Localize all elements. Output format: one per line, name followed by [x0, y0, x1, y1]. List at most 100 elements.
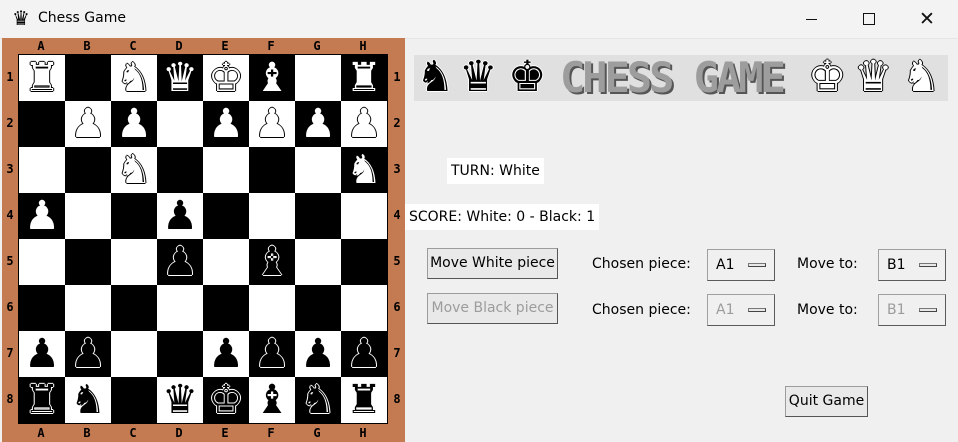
black-pawn-icon[interactable]: ♟	[162, 193, 198, 239]
white-rook-icon[interactable]: ♜	[346, 55, 382, 101]
square-d2[interactable]	[157, 101, 203, 147]
white-pawn-icon[interactable]: ♟	[24, 193, 60, 239]
square-g4[interactable]	[295, 193, 341, 239]
square-h8[interactable]: ♜	[341, 377, 387, 423]
square-e7[interactable]: ♟	[203, 331, 249, 377]
white-knight-icon[interactable]: ♞	[116, 55, 152, 101]
black-pawn-icon[interactable]: ♟	[254, 331, 290, 377]
white-move-to-select[interactable]: B1	[878, 249, 946, 281]
black-bishop-icon[interactable]: ♝	[254, 239, 290, 285]
square-b2[interactable]: ♟	[65, 101, 111, 147]
black-pawn-icon[interactable]: ♟	[346, 331, 382, 377]
square-c6[interactable]	[111, 285, 157, 331]
white-pawn-icon[interactable]: ♟	[300, 101, 336, 147]
white-knight-icon[interactable]: ♞	[346, 147, 382, 193]
square-b1[interactable]	[65, 55, 111, 101]
square-d1[interactable]: ♛	[157, 55, 203, 101]
square-e1[interactable]: ♚	[203, 55, 249, 101]
white-pawn-icon[interactable]: ♟	[116, 101, 152, 147]
square-g2[interactable]: ♟	[295, 101, 341, 147]
move-white-piece-button[interactable]: Move White piece	[427, 248, 558, 279]
white-queen-icon[interactable]: ♛	[162, 55, 198, 101]
black-rook-icon[interactable]: ♜	[346, 377, 382, 423]
square-b5[interactable]	[65, 239, 111, 285]
square-h7[interactable]: ♟	[341, 331, 387, 377]
square-e2[interactable]: ♟	[203, 101, 249, 147]
white-pawn-icon[interactable]: ♟	[70, 101, 106, 147]
square-d8[interactable]: ♛	[157, 377, 203, 423]
white-knight-icon[interactable]: ♞	[116, 147, 152, 193]
black-bishop-icon[interactable]: ♝	[254, 377, 290, 423]
quit-game-button[interactable]: Quit Game	[785, 386, 868, 417]
black-queen-icon[interactable]: ♛	[162, 377, 198, 423]
black-move-to-select[interactable]: B1	[878, 294, 946, 326]
square-c8[interactable]	[111, 377, 157, 423]
close-button[interactable]: ✕	[898, 0, 956, 38]
black-king-icon[interactable]: ♚	[208, 377, 244, 423]
square-b7[interactable]: ♟	[65, 331, 111, 377]
square-c4[interactable]	[111, 193, 157, 239]
black-pawn-icon[interactable]: ♟	[24, 331, 60, 377]
square-d3[interactable]	[157, 147, 203, 193]
square-b3[interactable]	[65, 147, 111, 193]
square-h3[interactable]: ♞	[341, 147, 387, 193]
black-pawn-icon[interactable]: ♟	[70, 331, 106, 377]
black-knight-icon[interactable]: ♞	[300, 377, 336, 423]
square-f4[interactable]	[249, 193, 295, 239]
square-a5[interactable]	[19, 239, 65, 285]
minimize-button[interactable]	[782, 0, 840, 38]
maximize-button[interactable]	[840, 0, 898, 38]
square-a6[interactable]	[19, 285, 65, 331]
square-d4[interactable]: ♟	[157, 193, 203, 239]
square-h1[interactable]: ♜	[341, 55, 387, 101]
square-g7[interactable]: ♟	[295, 331, 341, 377]
square-h4[interactable]	[341, 193, 387, 239]
square-c7[interactable]	[111, 331, 157, 377]
square-g1[interactable]	[295, 55, 341, 101]
black-knight-icon[interactable]: ♞	[70, 377, 106, 423]
square-e3[interactable]	[203, 147, 249, 193]
white-pawn-icon[interactable]: ♟	[208, 101, 244, 147]
white-pawn-icon[interactable]: ♟	[254, 101, 290, 147]
square-a1[interactable]: ♜	[19, 55, 65, 101]
square-g5[interactable]	[295, 239, 341, 285]
square-a2[interactable]	[19, 101, 65, 147]
square-h2[interactable]: ♟	[341, 101, 387, 147]
square-b6[interactable]	[65, 285, 111, 331]
white-king-icon[interactable]: ♚	[208, 55, 244, 101]
square-d6[interactable]	[157, 285, 203, 331]
square-e8[interactable]: ♚	[203, 377, 249, 423]
square-c3[interactable]: ♞	[111, 147, 157, 193]
square-a4[interactable]: ♟	[19, 193, 65, 239]
black-chosen-piece-select[interactable]: A1	[707, 294, 775, 326]
square-g8[interactable]: ♞	[295, 377, 341, 423]
white-rook-icon[interactable]: ♜	[24, 55, 60, 101]
square-f6[interactable]	[249, 285, 295, 331]
square-h5[interactable]	[341, 239, 387, 285]
black-pawn-icon[interactable]: ♟	[162, 239, 198, 285]
square-f5[interactable]: ♝	[249, 239, 295, 285]
square-c2[interactable]: ♟	[111, 101, 157, 147]
square-c5[interactable]	[111, 239, 157, 285]
square-c1[interactable]: ♞	[111, 55, 157, 101]
square-f2[interactable]: ♟	[249, 101, 295, 147]
chess-board[interactable]: ♜ ♞ ♛ ♚ ♝ ♜ ♟ ♟ ♟ ♟ ♟ ♟ ♞ ♞ ♟ ♟ ♟ ♝ ♟ ♟ ♟ ♟ ♟ ♟ ♜ ♞ ♛ ♚ ♝ ♞ ♜	[18, 54, 388, 424]
black-pawn-icon[interactable]: ♟	[208, 331, 244, 377]
square-h6[interactable]	[341, 285, 387, 331]
square-g3[interactable]	[295, 147, 341, 193]
square-f8[interactable]: ♝	[249, 377, 295, 423]
square-f7[interactable]: ♟	[249, 331, 295, 377]
square-d5[interactable]: ♟	[157, 239, 203, 285]
white-chosen-piece-select[interactable]: A1	[707, 249, 775, 281]
square-a7[interactable]: ♟	[19, 331, 65, 377]
white-bishop-icon[interactable]: ♝	[254, 55, 290, 101]
square-f1[interactable]: ♝	[249, 55, 295, 101]
white-pawn-icon[interactable]: ♟	[346, 101, 382, 147]
square-g6[interactable]	[295, 285, 341, 331]
square-f3[interactable]	[249, 147, 295, 193]
move-black-piece-button[interactable]: Move Black piece	[427, 293, 558, 324]
square-e6[interactable]	[203, 285, 249, 331]
square-a8[interactable]: ♜	[19, 377, 65, 423]
square-e4[interactable]	[203, 193, 249, 239]
black-rook-icon[interactable]: ♜	[24, 377, 60, 423]
